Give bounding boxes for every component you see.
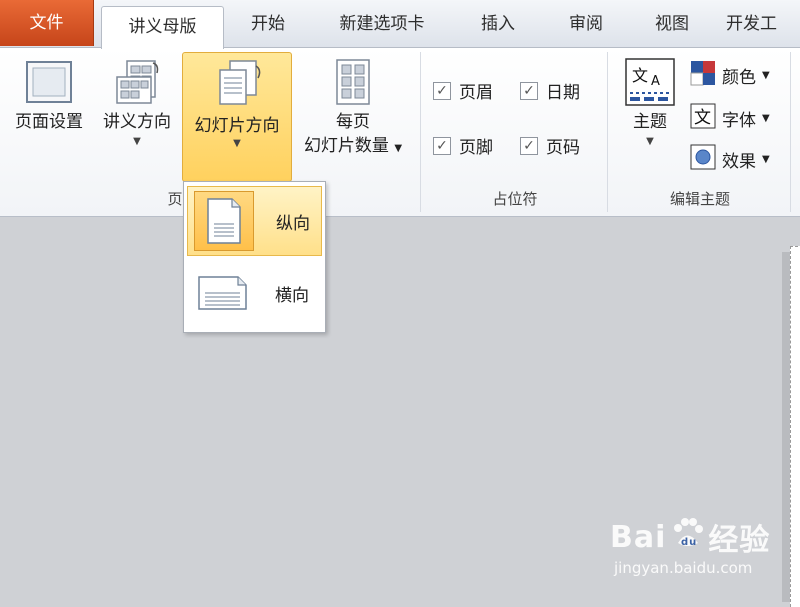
slides-per-page-button[interactable]: 每页 幻灯片数量 ▼ [294, 54, 412, 161]
theme-button[interactable]: 文 A 主题 ▼ [620, 54, 680, 150]
portrait-page-icon [194, 191, 254, 251]
tab-developer[interactable]: 开发工 [726, 0, 800, 48]
check-icon: ✓ [433, 136, 451, 155]
page-setup-button[interactable]: 页面设置 [6, 54, 92, 134]
chevron-down-icon: ▼ [646, 136, 654, 147]
page-setup-label: 页面设置 [15, 112, 83, 132]
tab-view[interactable]: 视图 [636, 0, 708, 48]
slide-orientation-button[interactable]: 幻灯片方向 ▼ [182, 52, 292, 182]
tab-home[interactable]: 开始 [232, 0, 304, 48]
fonts-icon: 文 [690, 103, 716, 134]
header-checkbox[interactable]: ✓ 页眉 [433, 78, 493, 103]
slide-orientation-label: 幻灯片方向 [194, 116, 280, 136]
colors-button[interactable]: 颜色 ▼ [690, 60, 770, 91]
colors-icon [690, 60, 716, 91]
slides-per-page-icon [294, 54, 412, 110]
effects-icon [690, 144, 716, 175]
theme-label: 主题 [633, 112, 667, 132]
fonts-button[interactable]: 文 字体 ▼ [690, 103, 770, 134]
tab-file[interactable]: 文件 [0, 0, 94, 46]
tab-new-tab[interactable]: 新建选项卡 [322, 0, 442, 48]
svg-text:du: du [681, 537, 697, 548]
slide-orientation-dropdown: 纵向 横向 [183, 181, 326, 333]
handout-master-slide[interactable] [790, 246, 800, 607]
slides-per-page-label-2: 幻灯片数量 ▼ [303, 136, 403, 156]
footer-checkbox[interactable]: ✓ 页脚 [433, 133, 493, 158]
slides-per-page-label-1: 每页 [336, 112, 370, 132]
tab-review[interactable]: 审阅 [550, 0, 622, 48]
check-icon: ✓ [520, 136, 538, 155]
page-setup-icon [6, 54, 92, 110]
watermark-brand-2: 经验 [708, 523, 771, 558]
handout-orientation-label: 讲义方向 [103, 112, 171, 132]
theme-icon: 文 A [620, 54, 680, 110]
paw-icon: du [670, 516, 704, 558]
menu-item-landscape[interactable]: 横向 [187, 258, 322, 328]
date-checkbox-label: 日期 [546, 83, 580, 103]
group-separator [420, 52, 421, 212]
fonts-label: 字体 [722, 111, 756, 131]
header-checkbox-label: 页眉 [459, 83, 493, 103]
watermark-url: jingyan.baidu.com [614, 559, 753, 577]
date-checkbox[interactable]: ✓ 日期 [520, 78, 580, 103]
colors-label: 颜色 [722, 68, 756, 88]
tab-handout-master[interactable]: 讲义母版 [101, 6, 224, 49]
effects-button[interactable]: 效果 ▼ [690, 144, 770, 175]
group-label-placeholders: 占位符 [492, 190, 538, 208]
menu-item-portrait-label: 纵向 [276, 213, 310, 234]
svg-text:文: 文 [694, 108, 711, 128]
svg-text:文: 文 [632, 66, 648, 85]
check-icon: ✓ [433, 81, 451, 100]
group-separator [790, 52, 791, 212]
slide-orientation-icon [183, 55, 291, 111]
chevron-down-icon: ▼ [762, 70, 770, 81]
chevron-down-icon: ▼ [133, 136, 141, 147]
effects-label: 效果 [722, 152, 756, 172]
tab-insert[interactable]: 插入 [462, 0, 534, 48]
landscape-page-icon [193, 263, 253, 323]
menu-item-landscape-label: 横向 [275, 285, 309, 306]
check-icon: ✓ [520, 81, 538, 100]
handout-orientation-button[interactable]: 讲义方向 ▼ [94, 54, 180, 150]
menu-item-portrait[interactable]: 纵向 [187, 186, 322, 256]
page-number-checkbox[interactable]: ✓ 页码 [520, 133, 580, 158]
chevron-down-icon: ▼ [762, 113, 770, 124]
page-number-checkbox-label: 页码 [546, 138, 580, 158]
watermark-brand: Bai [610, 519, 667, 555]
baidu-watermark: Bai du 经验 jingyan.baidu.com [610, 515, 770, 577]
group-label-edit-theme: 编辑主题 [669, 190, 730, 208]
ribbon-panel: 页面设置 讲义方向 ▼ 幻灯片方向 ▼ 每页 幻灯片数量 ▼ 页 ✓ 页眉 ✓ … [0, 48, 800, 217]
footer-checkbox-label: 页脚 [459, 138, 493, 158]
chevron-down-icon: ▼ [233, 138, 241, 149]
group-separator [607, 52, 608, 212]
svg-text:A: A [651, 74, 660, 89]
chevron-down-icon: ▼ [762, 154, 770, 165]
ribbon-tab-bar: 文件 讲义母版 开始 新建选项卡 插入 审阅 视图 开发工 [0, 0, 800, 49]
handout-orientation-icon [94, 54, 180, 110]
